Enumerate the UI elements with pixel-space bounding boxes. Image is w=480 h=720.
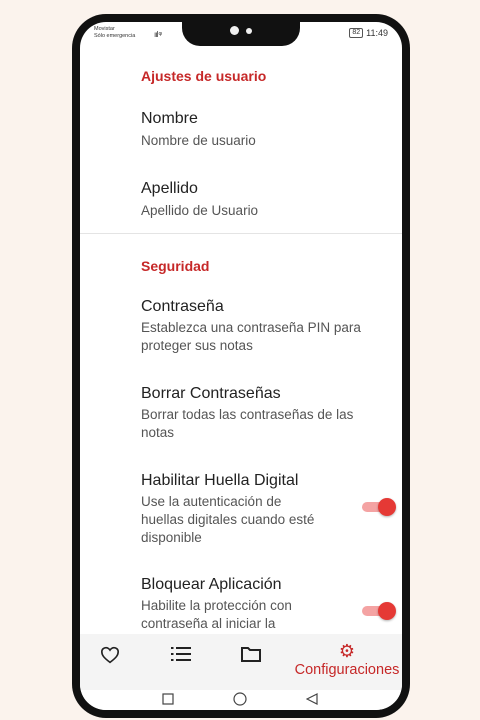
setting-title: Borrar Contraseñas [141,385,281,402]
recents-icon[interactable] [162,692,174,708]
carrier-info: Movistar Sólo emergencia [94,26,135,40]
setting-subtitle: Habilite la protección con [141,598,292,613]
toggle-thumb [378,602,396,620]
gear-icon: ⚙ [338,641,356,661]
signal-icon: ııl ᵠ [154,30,162,39]
carrier-name: Movistar [94,26,115,32]
setting-title: Apellido [141,180,198,197]
bottom-nav: ⚙ Configuraciones [80,634,402,690]
heart-icon[interactable] [100,646,120,669]
carrier-status: Sólo emergencia [94,33,136,39]
section-divider [80,233,402,234]
list-icon[interactable] [171,646,191,667]
system-nav-bar [80,690,402,710]
setting-subtitle: disponible [141,530,202,545]
setting-subtitle: Nombre de usuario [141,133,256,148]
section-title-security: Seguridad [141,258,210,274]
setting-subtitle: huellas digitales cuando esté [141,512,315,527]
setting-title: Habilitar Huella Digital [141,472,299,489]
nav-configuraciones[interactable]: ⚙ Configuraciones [292,642,402,678]
setting-subtitle: Use la autenticación de [141,494,282,509]
setting-title: Contraseña [141,298,224,315]
camera-notch [182,22,300,46]
app-screen: Movistar Sólo emergencia ııl ᵠ 82 11:49 … [80,22,402,710]
setting-subtitle: Establezca una contraseña PIN para [141,320,361,335]
setting-subtitle: Borrar todas las contraseñas de las [141,407,354,422]
clock: 11:49 [366,28,388,38]
fingerprint-toggle[interactable] [362,498,396,516]
toggle-thumb [378,498,396,516]
setting-subtitle: contraseña al iniciar la [141,616,276,631]
setting-subtitle: proteger sus notas [141,338,253,353]
back-icon[interactable] [305,692,318,708]
nav-label: Configuraciones [294,662,400,678]
home-icon[interactable] [233,692,247,709]
sensor-icon [246,28,252,34]
section-title-user: Ajustes de usuario [141,68,267,84]
camera-lens-icon [230,26,239,35]
folder-icon[interactable] [241,646,261,667]
battery-icon: 82 [349,28,364,38]
setting-title: Bloquear Aplicación [141,576,282,593]
status-right: 82 11:49 [349,28,388,38]
app-lock-toggle[interactable] [362,602,396,620]
setting-subtitle: Apellido de Usuario [141,203,259,218]
setting-subtitle: notas [141,425,175,440]
setting-title: Nombre [141,110,198,127]
